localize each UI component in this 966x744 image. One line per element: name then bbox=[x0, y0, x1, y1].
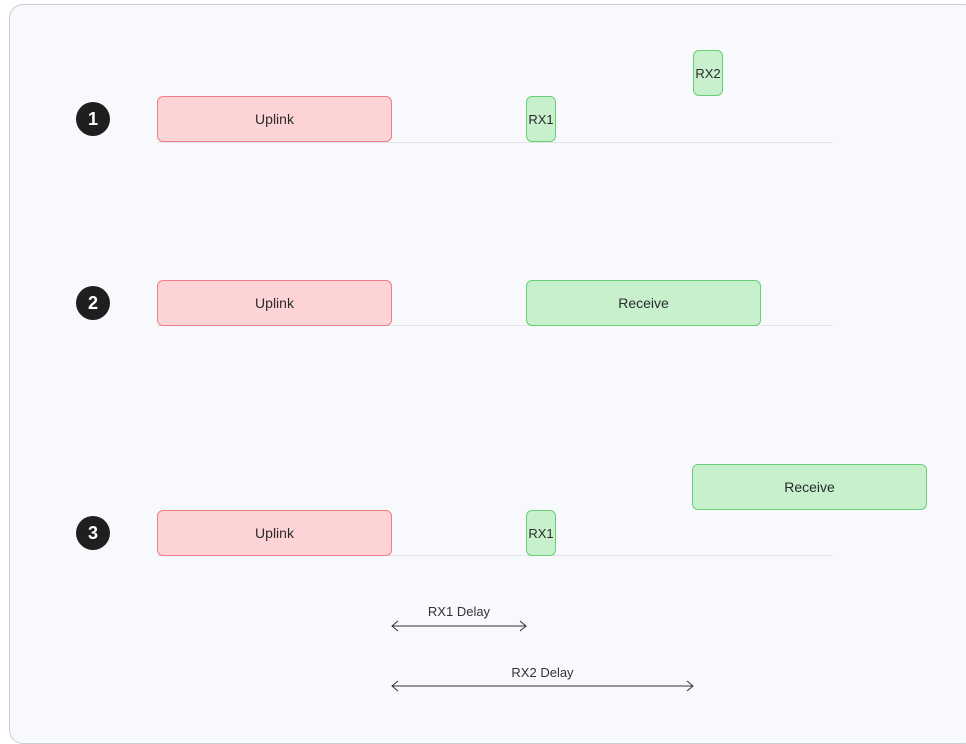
rx1-delay-label: RX1 Delay bbox=[427, 604, 491, 619]
delay-arrows bbox=[391, 620, 694, 692]
rx2-delay-label: RX2 Delay bbox=[511, 665, 574, 680]
